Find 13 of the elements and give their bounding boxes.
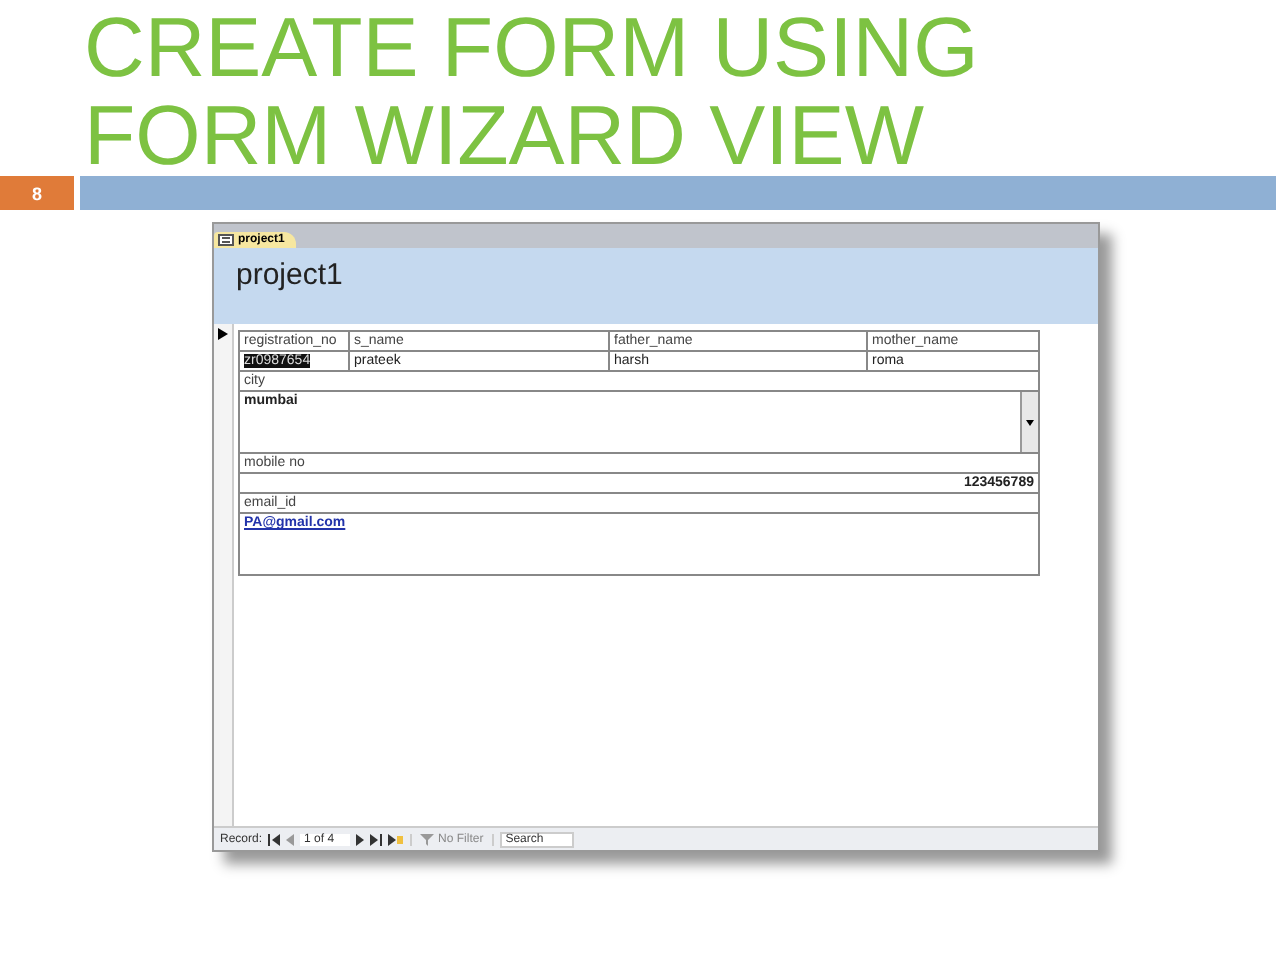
new-record-icon[interactable] (388, 833, 405, 845)
form-title: project1 (236, 258, 343, 292)
last-record-icon[interactable] (370, 833, 383, 845)
next-record-icon[interactable] (356, 833, 365, 845)
form-icon (218, 234, 234, 246)
slide-title: FORM WIZARD VIEW (84, 92, 926, 180)
first-record-icon[interactable] (268, 833, 281, 845)
current-record-icon (218, 328, 228, 340)
filter-icon (420, 833, 435, 845)
caret-icon (1026, 419, 1034, 425)
dropdown-button[interactable] (1020, 392, 1038, 452)
slide-title: CREATE FORM USING (84, 4, 981, 92)
slide-number: 8 (0, 176, 74, 210)
